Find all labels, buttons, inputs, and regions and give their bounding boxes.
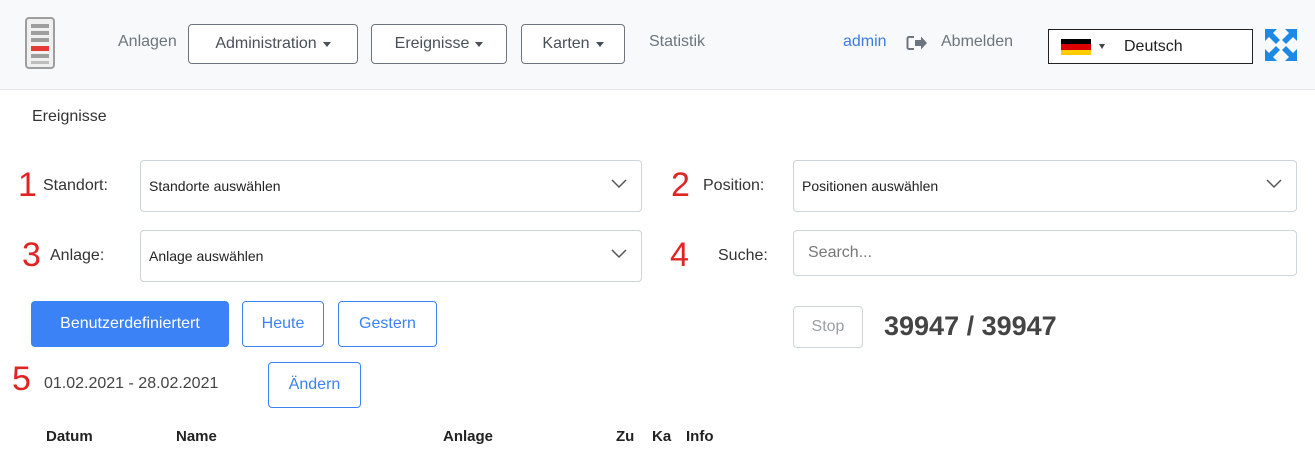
fullscreen-expand-icon[interactable] [1264, 28, 1298, 62]
table-header-info[interactable]: Info [686, 428, 714, 445]
logo-icon[interactable] [24, 16, 56, 70]
annotation-number-4: 4 [670, 236, 689, 274]
table-header-zu[interactable]: Zu [616, 428, 634, 445]
standort-select[interactable]: Standorte auswählen [140, 160, 642, 212]
language-select[interactable]: Deutsch [1048, 29, 1253, 64]
annotation-number-1: 1 [18, 166, 37, 204]
position-select[interactable]: Positionen auswählen [793, 160, 1297, 212]
table-header-name[interactable]: Name [176, 428, 217, 445]
user-link[interactable]: admin [843, 33, 887, 51]
caret-down-icon [1099, 44, 1105, 49]
standort-select-placeholder: Standorte auswählen [149, 178, 281, 194]
caret-down-icon [322, 41, 331, 47]
change-date-button[interactable]: Ändern [268, 362, 361, 408]
yesterday-button[interactable]: Gestern [338, 301, 437, 347]
standort-label: Standort: [43, 177, 108, 194]
anlage-label: Anlage: [50, 247, 105, 264]
nav-ereignisse-label: Ereignisse [394, 35, 470, 52]
german-flag-icon [1061, 39, 1091, 55]
chevron-down-icon [611, 179, 627, 189]
position-label: Position: [703, 177, 765, 194]
nav-administration-label: Administration [215, 35, 317, 52]
caret-down-icon [595, 41, 604, 47]
custom-range-button[interactable]: Benutzerdefiniertert [31, 301, 229, 347]
event-counter: 39947 / 39947 [884, 311, 1057, 341]
nav-anlagen[interactable]: Anlagen [118, 33, 177, 51]
chevron-down-icon [611, 249, 627, 259]
position-select-placeholder: Positionen auswählen [802, 178, 939, 194]
caret-down-icon [475, 41, 484, 47]
annotation-number-5: 5 [12, 360, 31, 398]
language-label: Deutsch [1124, 38, 1183, 55]
table-header-ka[interactable]: Ka [652, 428, 671, 445]
logout-icon[interactable] [906, 35, 928, 51]
annotation-number-2: 2 [671, 166, 690, 204]
search-input[interactable] [793, 230, 1297, 276]
annotation-number-3: 3 [22, 236, 41, 274]
stop-button[interactable]: Stop [793, 306, 863, 348]
anlage-select-placeholder: Anlage auswählen [149, 248, 264, 264]
chevron-down-icon [1266, 179, 1282, 189]
anlage-select[interactable]: Anlage auswählen [140, 230, 642, 282]
table-header-datum[interactable]: Datum [46, 428, 93, 445]
page-title: Ereignisse [32, 108, 107, 125]
nav-karten-label: Karten [542, 35, 590, 52]
suche-label: Suche: [718, 247, 768, 264]
date-range-text: 01.02.2021 - 28.02.2021 [44, 375, 219, 392]
logout-link[interactable]: Abmelden [941, 33, 1013, 51]
nav-ereignisse-dropdown[interactable]: Ereignisse [371, 24, 507, 64]
top-navbar: Anlagen Administration Ereignisse Karten… [0, 0, 1315, 90]
nav-administration-dropdown[interactable]: Administration [188, 24, 358, 64]
nav-karten-dropdown[interactable]: Karten [521, 24, 625, 64]
today-button[interactable]: Heute [242, 301, 324, 347]
nav-statistik[interactable]: Statistik [649, 33, 705, 51]
table-header-anlage[interactable]: Anlage [443, 428, 493, 445]
